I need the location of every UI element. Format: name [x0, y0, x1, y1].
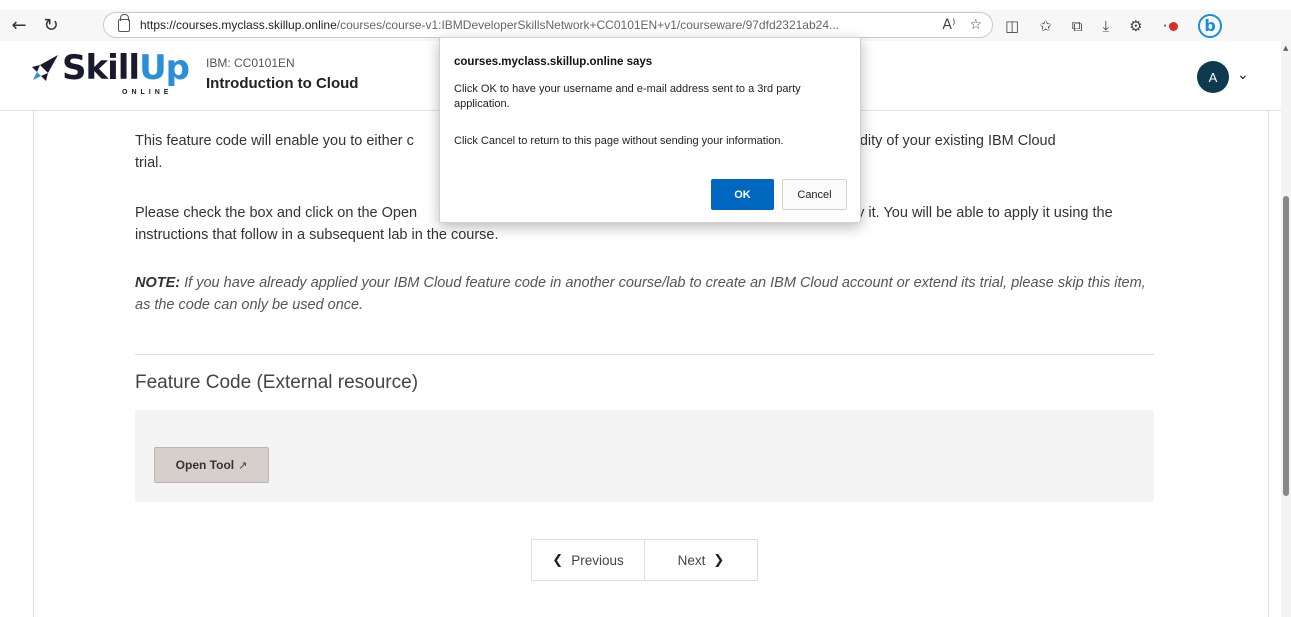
tool-panel [135, 410, 1154, 502]
note-label: NOTE: [135, 275, 181, 291]
notification-badge [1169, 21, 1179, 31]
previous-label: Previous [571, 552, 624, 568]
chevron-left-icon: ❮ [552, 552, 564, 568]
read-aloud-icon[interactable]: A⁾ [942, 17, 955, 33]
bing-icon[interactable]: b [1198, 13, 1223, 38]
dialog-message-ok: Click OK to have your username and e-mai… [454, 83, 801, 110]
chevron-down-icon[interactable]: ⌄ [1237, 67, 1249, 83]
section-divider [135, 354, 1154, 355]
skillup-logo[interactable]: SkillUp ONLINE [28, 48, 190, 96]
downloads-icon[interactable]: ⤓ [1102, 17, 1109, 35]
more-icon[interactable]: ·· [1163, 17, 1179, 35]
rocket-icon [32, 55, 58, 81]
note-text: If you have already applied your IBM Clo… [135, 275, 1146, 313]
lock-icon[interactable] [118, 13, 130, 32]
avatar[interactable]: A [1197, 61, 1229, 93]
section-heading: Feature Code (External resource) [135, 372, 419, 393]
open-tool-label: Open Tool [175, 458, 235, 472]
refresh-icon[interactable]: ↻ [38, 13, 64, 39]
dialog-message-cancel: Click Cancel to return to this page with… [454, 135, 784, 147]
dialog-title: courses.myclass.skillup.online says [454, 56, 653, 68]
previous-button[interactable]: ❮ Previous [532, 540, 644, 580]
logo-text: SkillUp [62, 48, 190, 88]
back-icon[interactable]: ← [6, 13, 32, 39]
logo-online-text: ONLINE [122, 89, 173, 96]
next-label: Next [677, 552, 706, 568]
note-paragraph: NOTE: If you have already applied your I… [135, 272, 1155, 316]
open-tool-button[interactable]: Open Tool ↗ [154, 447, 269, 483]
next-button[interactable]: Next ❯ [644, 540, 757, 580]
scroll-up-arrow-icon[interactable]: ▲ [1283, 44, 1288, 52]
external-link-icon: ↗ [238, 458, 248, 472]
favorites-icon[interactable]: ✩ [1039, 17, 1052, 35]
address-bar[interactable]: https://courses.myclass.skillup.online /… [103, 12, 993, 38]
dialog-ok-button[interactable]: OK [711, 179, 774, 210]
url-path: /courses/course-v1:IBMDeveloperSkillsNet… [336, 18, 840, 32]
dialog-cancel-button[interactable]: Cancel [782, 179, 847, 210]
extensions-icon[interactable]: ⚙ [1129, 17, 1142, 35]
confirm-dialog: courses.myclass.skillup.online says Clic… [439, 37, 861, 223]
collections-icon[interactable]: ⧉ [1072, 17, 1083, 35]
favorite-star-icon[interactable]: ☆ [969, 17, 982, 33]
course-code: IBM: CC0101EN [206, 56, 295, 70]
url-host: https://courses.myclass.skillup.online [140, 18, 337, 32]
scrollbar-thumb[interactable] [1283, 196, 1289, 496]
course-title: Introduction to Cloud [206, 75, 359, 92]
pagination: ❮ Previous Next ❯ [531, 539, 758, 581]
split-screen-icon[interactable]: ◫ [1005, 17, 1019, 35]
caption-strip [0, 0, 1291, 10]
chevron-right-icon: ❯ [713, 552, 725, 568]
